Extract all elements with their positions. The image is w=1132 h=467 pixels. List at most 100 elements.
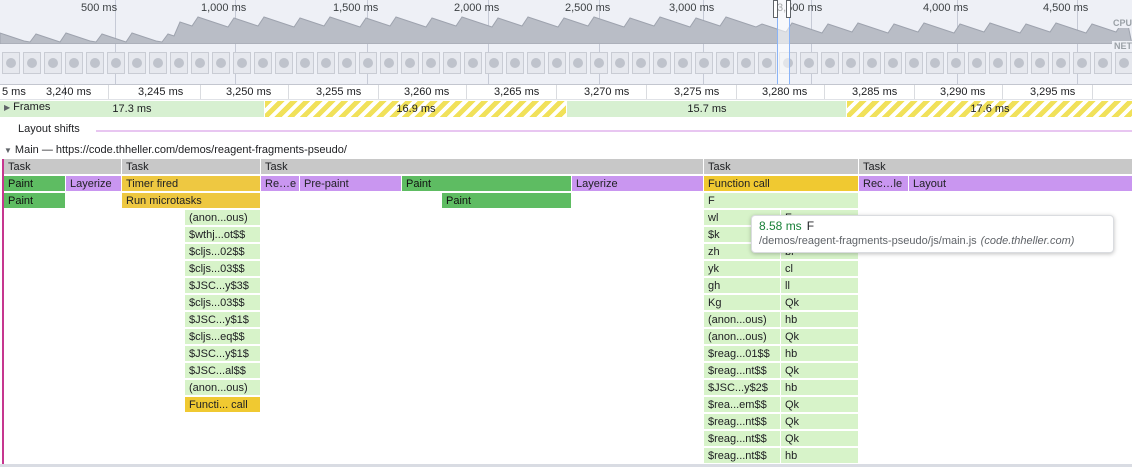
- js-frame-event[interactable]: hb: [781, 380, 859, 396]
- js-frame-event[interactable]: $JSC...y$3$: [185, 278, 261, 294]
- task-event[interactable]: Task: [704, 159, 859, 175]
- paint-event[interactable]: Paint: [4, 176, 66, 192]
- js-frame-event[interactable]: $reag...nt$$: [704, 414, 781, 430]
- screenshot-thumbnail[interactable]: [233, 52, 251, 74]
- screenshot-thumbnail[interactable]: [149, 52, 167, 74]
- js-frame-event[interactable]: Qk: [781, 363, 859, 379]
- timer-fired-event[interactable]: Timer fired: [122, 176, 261, 192]
- js-frame-event[interactable]: $cljs...02$$: [185, 244, 261, 260]
- frames-track-header[interactable]: ▶ Frames: [4, 101, 50, 113]
- screenshot-thumbnail[interactable]: [842, 52, 860, 74]
- screenshot-thumbnail[interactable]: [716, 52, 734, 74]
- js-frame-event[interactable]: hb: [781, 346, 859, 362]
- screenshot-thumbnail[interactable]: [527, 52, 545, 74]
- paint-event[interactable]: Paint: [442, 193, 572, 209]
- js-frame-event[interactable]: Qk: [781, 329, 859, 345]
- timeline-overview[interactable]: 500 ms 1,000 ms 1,500 ms 2,000 ms 2,500 ms 3,…: [0, 0, 1132, 84]
- screenshot-thumbnail[interactable]: [443, 52, 461, 74]
- paint-event[interactable]: Paint: [402, 176, 572, 192]
- screenshot-thumbnail[interactable]: [1052, 52, 1070, 74]
- screenshot-thumbnail[interactable]: [695, 52, 713, 74]
- screenshot-thumbnail[interactable]: [1073, 52, 1091, 74]
- js-frame-event[interactable]: $reag...01$$: [704, 346, 781, 362]
- recalc-style-event[interactable]: Rec…le: [859, 176, 909, 192]
- js-frame-event[interactable]: (anon...ous): [185, 380, 261, 396]
- task-event[interactable]: Task: [261, 159, 704, 175]
- js-frame-event[interactable]: gh: [704, 278, 781, 294]
- layout-shifts-track[interactable]: Layout shifts: [0, 121, 1132, 139]
- screenshot-thumbnail[interactable]: [464, 52, 482, 74]
- js-frame-event[interactable]: F: [704, 193, 859, 209]
- screenshot-thumbnail[interactable]: [401, 52, 419, 74]
- screenshot-thumbnail[interactable]: [23, 52, 41, 74]
- screenshot-thumbnail[interactable]: [380, 52, 398, 74]
- screenshot-thumbnail[interactable]: [737, 52, 755, 74]
- screenshot-thumbnail[interactable]: [254, 52, 272, 74]
- js-frame-event[interactable]: cl: [781, 261, 859, 277]
- js-frame-event[interactable]: $JSC...al$$: [185, 363, 261, 379]
- screenshot-thumbnail[interactable]: [128, 52, 146, 74]
- screenshot-thumbnail[interactable]: [317, 52, 335, 74]
- js-frame-event[interactable]: Functi... call: [185, 397, 261, 413]
- layerize-event[interactable]: Layerize: [572, 176, 704, 192]
- screenshot-thumbnail[interactable]: [1115, 52, 1132, 74]
- js-frame-event[interactable]: $reag...nt$$: [704, 363, 781, 379]
- screenshot-thumbnail[interactable]: [611, 52, 629, 74]
- run-microtasks-event[interactable]: Run microtasks: [122, 193, 261, 209]
- function-call-event[interactable]: Function call: [704, 176, 859, 192]
- main-flame-chart[interactable]: Task Task Task Task Task Paint Layerize …: [2, 159, 1132, 465]
- js-frame-event[interactable]: $reag...nt$$: [704, 448, 781, 464]
- screenshot-thumbnail[interactable]: [422, 52, 440, 74]
- screenshot-thumbnail[interactable]: [296, 52, 314, 74]
- pre-paint-event[interactable]: Pre-paint: [300, 176, 402, 192]
- frames-track[interactable]: 17.3 ms 16.9 ms 15.7 ms 17.6 ms ▶ Frames: [0, 100, 1132, 118]
- screenshot-thumbnail[interactable]: [800, 52, 818, 74]
- frame-bar[interactable]: 16.9 ms: [264, 101, 567, 117]
- screenshot-thumbnail[interactable]: [2, 52, 20, 74]
- screenshot-thumbnail[interactable]: [1094, 52, 1112, 74]
- screenshot-thumbnail[interactable]: [359, 52, 377, 74]
- screenshot-thumbnail[interactable]: [506, 52, 524, 74]
- layerize-event[interactable]: Layerize: [66, 176, 122, 192]
- screenshot-thumbnail[interactable]: [65, 52, 83, 74]
- js-frame-event[interactable]: $rea...em$$: [704, 397, 781, 413]
- left-selection-handle[interactable]: [773, 0, 778, 18]
- screenshot-thumbnail[interactable]: [632, 52, 650, 74]
- js-frame-event[interactable]: $JSC...y$1$: [185, 312, 261, 328]
- screenshot-thumbnail[interactable]: [44, 52, 62, 74]
- js-frame-event[interactable]: Qk: [781, 295, 859, 311]
- js-frame-event[interactable]: Kg: [704, 295, 781, 311]
- screenshot-thumbnail[interactable]: [926, 52, 944, 74]
- screenshot-thumbnail[interactable]: [275, 52, 293, 74]
- screenshot-thumbnail[interactable]: [548, 52, 566, 74]
- frame-bar[interactable]: 17.6 ms: [846, 101, 1132, 117]
- js-frame-event[interactable]: $cljs...03$$: [185, 261, 261, 277]
- screenshot-thumbnail[interactable]: [338, 52, 356, 74]
- screenshot-thumbnail[interactable]: [86, 52, 104, 74]
- screenshot-thumbnail[interactable]: [968, 52, 986, 74]
- screenshot-thumbnail[interactable]: [758, 52, 776, 74]
- js-frame-event[interactable]: (anon...ous): [704, 312, 781, 328]
- js-frame-event[interactable]: $JSC...y$2$: [704, 380, 781, 396]
- screenshot-thumbnail[interactable]: [107, 52, 125, 74]
- recalc-style-event[interactable]: Re…e: [261, 176, 300, 192]
- screenshot-thumbnail[interactable]: [1031, 52, 1049, 74]
- js-frame-event[interactable]: Qk: [781, 414, 859, 430]
- screenshot-thumbnail[interactable]: [674, 52, 692, 74]
- expand-triangle-icon[interactable]: ▶: [4, 103, 10, 112]
- screenshot-thumbnail[interactable]: [884, 52, 902, 74]
- screenshot-thumbnail[interactable]: [569, 52, 587, 74]
- task-event[interactable]: Task: [4, 159, 122, 175]
- screenshot-thumbnail[interactable]: [947, 52, 965, 74]
- screenshot-thumbnail[interactable]: [863, 52, 881, 74]
- screenshot-thumbnail[interactable]: [212, 52, 230, 74]
- screenshot-thumbnail[interactable]: [653, 52, 671, 74]
- screenshot-thumbnail[interactable]: [1010, 52, 1028, 74]
- task-event[interactable]: Task: [859, 159, 1132, 175]
- js-frame-event[interactable]: yk: [704, 261, 781, 277]
- screenshot-thumbnail[interactable]: [485, 52, 503, 74]
- screenshot-thumbnail[interactable]: [989, 52, 1007, 74]
- js-frame-event[interactable]: Qk: [781, 431, 859, 447]
- screenshot-thumbnail[interactable]: [821, 52, 839, 74]
- screenshot-filmstrip[interactable]: [0, 52, 1132, 82]
